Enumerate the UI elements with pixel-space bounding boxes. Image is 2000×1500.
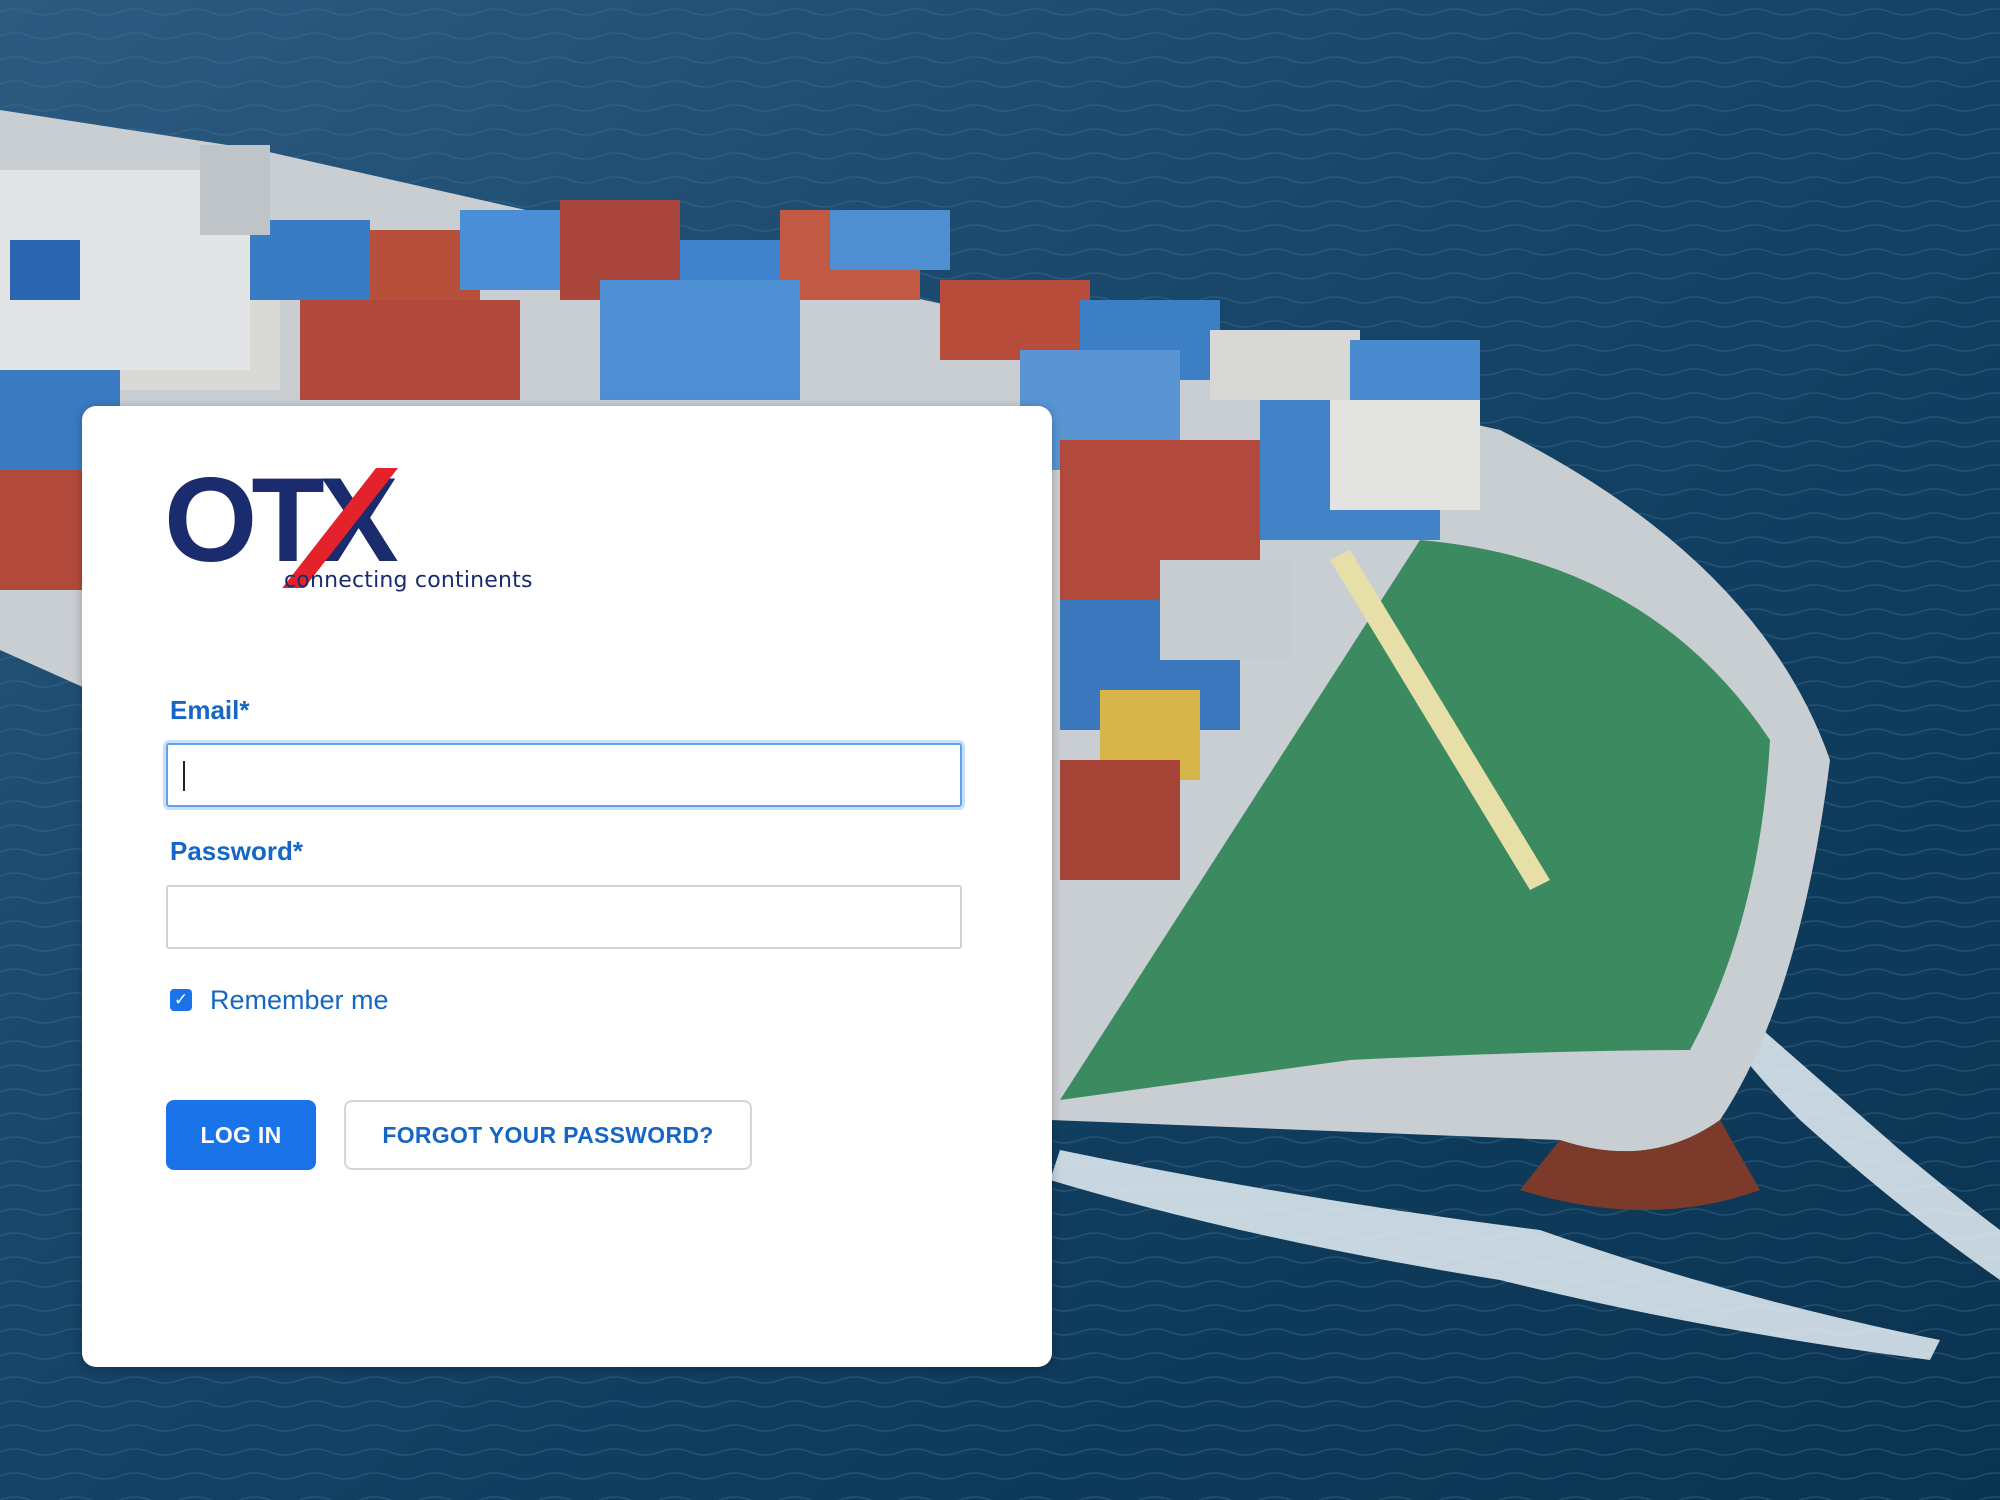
login-card: OTX connecting continents Email* Passwor…: [82, 406, 1052, 1367]
checkmark-icon: ✓: [173, 990, 189, 1010]
remember-me-row[interactable]: ✓ Remember me: [170, 982, 389, 1018]
logo-tagline: connecting continents: [284, 568, 533, 593]
email-label: Email*: [170, 695, 250, 725]
logo-wordmark: OTX: [164, 453, 399, 587]
forgot-password-button[interactable]: FORGOT YOUR PASSWORD?: [344, 1100, 752, 1170]
login-button[interactable]: LOG IN: [166, 1100, 316, 1170]
remember-me-checkbox[interactable]: ✓: [170, 989, 192, 1011]
remember-me-label[interactable]: Remember me: [210, 985, 389, 1016]
email-field[interactable]: [166, 743, 962, 807]
otx-logo: OTX connecting continents: [164, 460, 544, 610]
password-field[interactable]: [166, 885, 962, 949]
password-label: Password*: [170, 836, 303, 866]
text-cursor: [183, 761, 185, 791]
